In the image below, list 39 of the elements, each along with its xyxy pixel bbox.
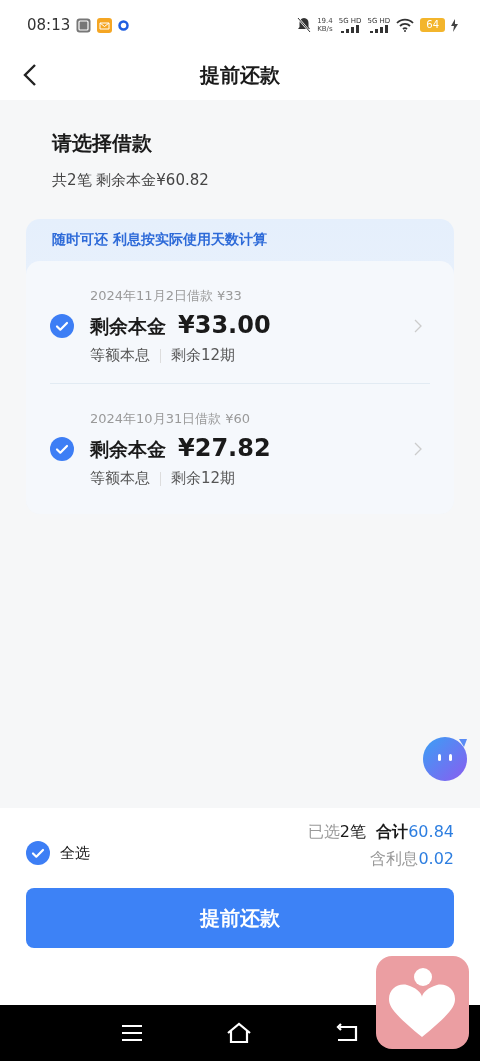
selected-label: 已选 (307, 822, 340, 841)
mail-icon (97, 17, 113, 33)
remaining-terms: 剩余12期 (171, 469, 236, 488)
repay-method: 等额本息 (90, 346, 150, 365)
notice-text: 随时可还 利息按实际使用天数计算 (51, 230, 268, 249)
heart-app-icon[interactable] (375, 955, 470, 1050)
select-all-checkbox[interactable] (26, 841, 50, 865)
select-all-label: 全选 (60, 843, 90, 863)
selected-count: 2笔 (339, 822, 366, 841)
total-value: 60.84 (408, 822, 454, 841)
mute-bell-icon (297, 17, 312, 33)
loan-checkbox[interactable] (50, 314, 74, 338)
signal-icon (369, 25, 388, 33)
status-time: 08:13 (27, 16, 71, 34)
interest-label: 含利息 (370, 849, 419, 868)
interest-value: 0.02 (418, 849, 454, 868)
loan-summary: 共2笔 剩余本金¥60.82 (52, 171, 210, 190)
loan-date: 2024年10月31日借款 ¥60 (90, 410, 252, 428)
loan-amount: ¥27.82 (178, 434, 271, 462)
menu-icon[interactable] (121, 1024, 144, 1042)
battery-level: 64 (420, 18, 445, 32)
total-label: 合计 (376, 822, 409, 841)
remaining-terms: 剩余12期 (171, 346, 236, 365)
home-icon[interactable] (226, 1022, 252, 1044)
wifi-icon (396, 18, 415, 32)
charging-icon (451, 18, 458, 32)
loan-checkbox[interactable] (50, 437, 74, 461)
loan-amount: ¥33.00 (178, 311, 271, 339)
signal-icon (341, 25, 360, 33)
amount-label: 剩余本金 (90, 314, 166, 339)
section-title: 请选择借款 (52, 130, 153, 157)
app-icon (76, 17, 92, 33)
circle-icon (118, 19, 130, 31)
repay-method: 等额本息 (90, 469, 150, 488)
loan-date: 2024年11月2日借款 ¥33 (90, 287, 243, 305)
back-nav-icon[interactable] (334, 1023, 359, 1043)
amount-label: 剩余本金 (90, 437, 166, 462)
page-title: 提前还款 (200, 61, 280, 89)
prepay-button[interactable]: 提前还款 (26, 888, 454, 948)
